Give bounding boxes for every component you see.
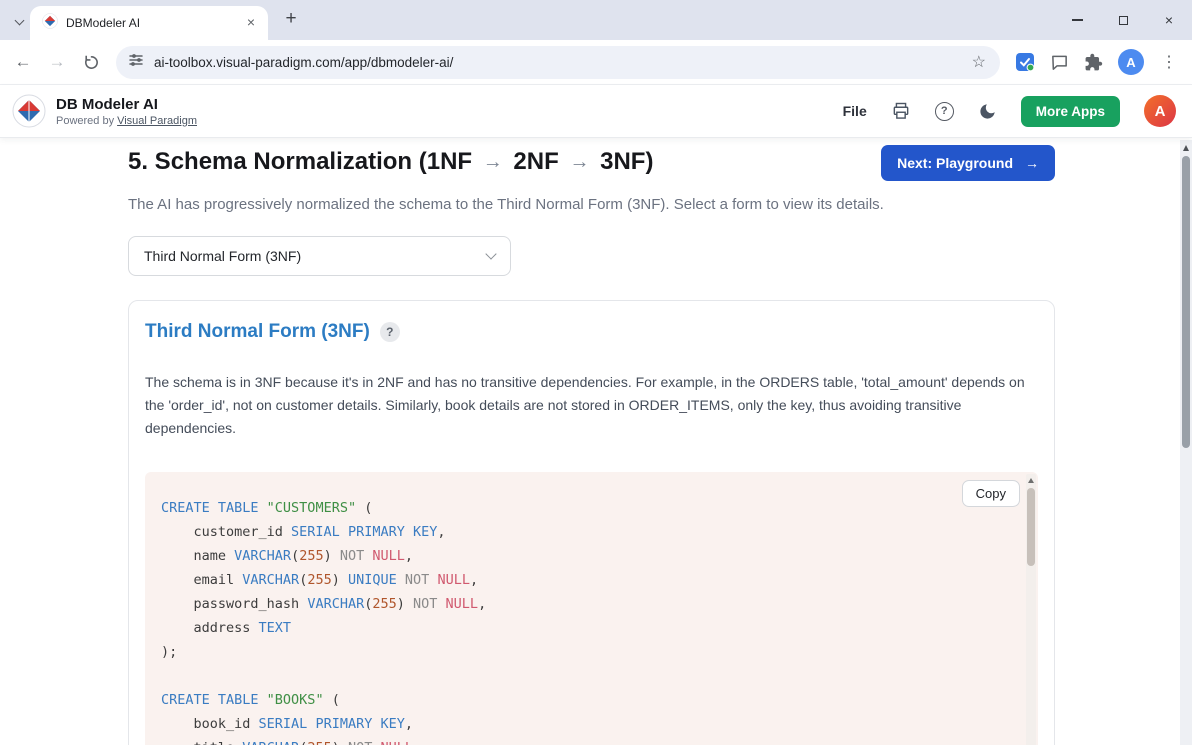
browser-toolbar: ← → ai-toolbox.visual-paradigm.com/app/d… xyxy=(0,40,1192,85)
browser-profile-avatar[interactable]: A xyxy=(1118,49,1144,75)
code-line: customer_id SERIAL PRIMARY KEY, xyxy=(161,520,1008,544)
window-maximize-button[interactable] xyxy=(1100,0,1146,40)
code-line: email VARCHAR(255) UNIQUE NOT NULL, xyxy=(161,568,1008,592)
section-heading: 5. Schema Normalization (1NF → 2NF → 3NF… xyxy=(128,147,653,177)
code-scroll-up-icon[interactable] xyxy=(1028,478,1034,483)
app-title-block: DB Modeler AI Powered byVisual Paradigm xyxy=(56,96,197,127)
more-apps-button[interactable]: More Apps xyxy=(1021,96,1120,127)
select-value: Third Normal Form (3NF) xyxy=(144,248,301,264)
reload-icon xyxy=(83,54,100,71)
tab-close-icon[interactable]: × xyxy=(242,14,260,32)
chat-bubble-icon[interactable] xyxy=(1042,45,1076,79)
code-line: CREATE TABLE "CUSTOMERS" ( xyxy=(161,496,1008,520)
code-line: CREATE TABLE "BOOKS" ( xyxy=(161,688,1008,712)
code-line: address TEXT xyxy=(161,616,1008,640)
browser-menu-icon[interactable]: ⋮ xyxy=(1152,45,1186,79)
code-line: password_hash VARCHAR(255) NOT NULL, xyxy=(161,592,1008,616)
dark-mode-icon[interactable] xyxy=(978,102,997,121)
window-close-button[interactable]: × xyxy=(1146,0,1192,40)
next-playground-button[interactable]: Next: Playground → xyxy=(881,145,1055,181)
code-line xyxy=(161,664,1008,688)
nf-detail-card: Third Normal Form (3NF) ? The schema is … xyxy=(128,300,1055,745)
normal-form-select[interactable]: Third Normal Form (3NF) xyxy=(128,236,511,276)
copy-button[interactable]: Copy xyxy=(962,480,1020,507)
card-help-icon[interactable]: ? xyxy=(380,322,400,342)
app-header-actions: File ? More Apps A xyxy=(843,95,1180,127)
page-content: 5. Schema Normalization (1NF → 2NF → 3NF… xyxy=(0,137,1192,745)
page-scrollbar-thumb[interactable] xyxy=(1182,156,1190,448)
visual-paradigm-link[interactable]: Visual Paradigm xyxy=(117,115,197,127)
url-bar[interactable]: ai-toolbox.visual-paradigm.com/app/dbmod… xyxy=(116,46,1000,79)
card-header: Third Normal Form (3NF) ? xyxy=(145,321,1038,343)
code-scrollbar[interactable] xyxy=(1026,474,1036,745)
arrow-right-icon: → xyxy=(1025,155,1039,171)
chevron-down-icon xyxy=(14,16,24,26)
section-header-row: 5. Schema Normalization (1NF → 2NF → 3NF… xyxy=(128,147,1055,181)
tab-title: DBModeler AI xyxy=(66,16,242,30)
bookmark-star-icon[interactable]: ☆ xyxy=(970,52,988,72)
pinned-extension-icon[interactable] xyxy=(1008,45,1042,79)
window-minimize-button[interactable] xyxy=(1054,0,1100,40)
powered-by-text: Powered by xyxy=(56,115,114,127)
help-icon[interactable]: ? xyxy=(935,102,954,121)
powered-by: Powered byVisual Paradigm xyxy=(56,115,197,127)
user-avatar[interactable]: A xyxy=(1144,95,1176,127)
card-title: Third Normal Form (3NF) xyxy=(145,321,370,343)
new-tab-button[interactable]: + xyxy=(278,7,304,33)
file-menu[interactable]: File xyxy=(843,103,867,119)
code-line: ); xyxy=(161,640,1008,664)
next-button-label: Next: Playground xyxy=(897,155,1013,171)
page-scrollbar[interactable] xyxy=(1180,140,1192,745)
extensions-icon[interactable] xyxy=(1076,45,1110,79)
site-favicon-icon xyxy=(42,13,58,34)
minimize-icon xyxy=(1072,19,1083,20)
reload-button[interactable] xyxy=(74,45,108,79)
code-scrollbar-thumb[interactable] xyxy=(1027,488,1035,566)
card-description: The schema is in 3NF because it's in 2NF… xyxy=(145,371,1038,440)
sql-code: CREATE TABLE "CUSTOMERS" ( customer_id S… xyxy=(161,496,1008,745)
code-line: name VARCHAR(255) NOT NULL, xyxy=(161,544,1008,568)
url-text: ai-toolbox.visual-paradigm.com/app/dbmod… xyxy=(154,55,970,70)
app-header: DB Modeler AI Powered byVisual Paradigm … xyxy=(0,85,1192,137)
maximize-icon xyxy=(1119,16,1128,25)
forward-button[interactable]: → xyxy=(40,45,74,79)
window-controls: × xyxy=(1054,0,1192,40)
code-line: title VARCHAR(255) NOT NULL, xyxy=(161,736,1008,745)
section-intro: The AI has progressively normalized the … xyxy=(128,193,908,216)
browser-tab-strip: DBModeler AI × + × xyxy=(0,0,1192,40)
app-logo xyxy=(12,94,46,128)
browser-window: DBModeler AI × + × ← → ai-toolbox.visual… xyxy=(0,0,1192,745)
active-tab[interactable]: DBModeler AI × xyxy=(30,6,268,40)
chevron-down-icon xyxy=(485,248,496,259)
back-button[interactable]: ← xyxy=(6,45,40,79)
code-line: book_id SERIAL PRIMARY KEY, xyxy=(161,712,1008,736)
site-info-icon[interactable] xyxy=(128,52,144,73)
app-title: DB Modeler AI xyxy=(56,96,197,113)
scroll-up-arrow-icon[interactable] xyxy=(1183,145,1189,151)
tab-search-chevron-icon[interactable] xyxy=(11,14,27,30)
print-icon[interactable] xyxy=(891,101,911,121)
sql-code-block: Copy CREATE TABLE "CUSTOMERS" ( customer… xyxy=(145,472,1038,745)
